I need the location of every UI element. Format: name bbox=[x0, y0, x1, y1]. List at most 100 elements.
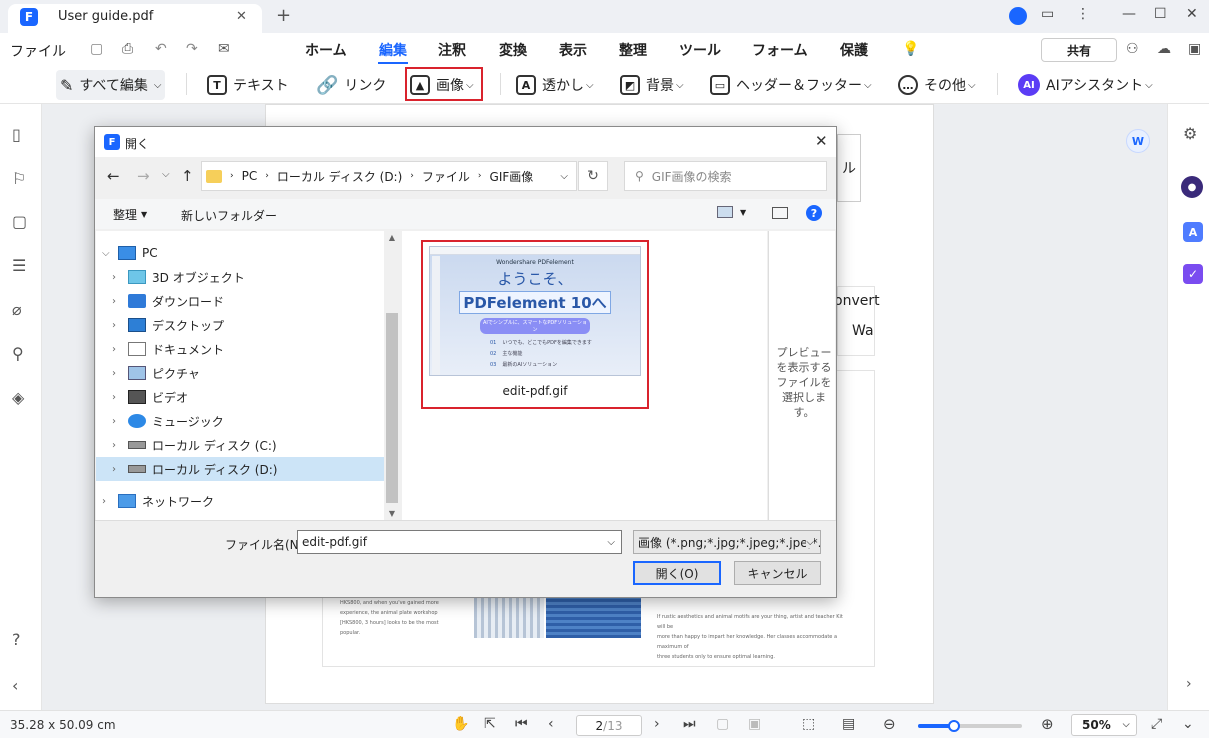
chevron-down-icon[interactable]: ⌵ bbox=[607, 537, 615, 548]
upload-cloud-icon[interactable]: ☁ bbox=[1157, 41, 1171, 57]
breadcrumb-gif-images[interactable]: GIF画像 bbox=[490, 168, 534, 185]
rotate-icon[interactable]: ▣ bbox=[748, 716, 761, 732]
up-arrow-icon[interactable]: ↑ bbox=[181, 167, 194, 185]
tree-item[interactable]: › ミュージック bbox=[96, 409, 400, 433]
chevron-right-icon[interactable]: › bbox=[112, 344, 124, 355]
translate-float-icon[interactable]: W bbox=[1126, 129, 1150, 153]
background-button[interactable]: ◩ 背景 ⌵ bbox=[620, 70, 684, 100]
back-arrow-icon[interactable]: ← bbox=[107, 167, 120, 185]
scroll-up-icon[interactable]: ▲ bbox=[384, 233, 400, 242]
preview-pane-icon[interactable] bbox=[772, 207, 788, 219]
tree-item[interactable]: › ドキュメント bbox=[96, 337, 400, 361]
lightbulb-icon[interactable]: 💡 bbox=[902, 41, 919, 57]
watermark-button[interactable]: A 透かし ⌵ bbox=[516, 70, 594, 100]
file-type-select[interactable]: 画像 (*.png;*.jpg;*.jpeg;*.jpe;*.j ⌵ bbox=[633, 530, 821, 554]
chevron-right-icon[interactable]: › bbox=[112, 440, 124, 451]
chevron-right-icon[interactable]: › bbox=[112, 296, 124, 307]
comment-icon[interactable]: ▢ bbox=[12, 212, 27, 231]
recent-locations-icon[interactable]: ⌵ bbox=[162, 169, 170, 180]
maximize-icon[interactable]: ☐ bbox=[1154, 6, 1167, 22]
new-folder-button[interactable]: 新しいフォルダー bbox=[181, 207, 277, 224]
open-button[interactable]: 開く(O) bbox=[633, 561, 721, 585]
settings-down-icon[interactable]: ⌄ bbox=[1182, 716, 1194, 732]
ai-translate-icon[interactable]: A bbox=[1183, 222, 1203, 242]
list-icon[interactable]: ☰ bbox=[12, 256, 26, 275]
redo-icon[interactable]: ↷ bbox=[186, 41, 198, 57]
chevron-right-icon[interactable]: › bbox=[102, 496, 114, 507]
tab-home[interactable]: ホーム bbox=[305, 40, 347, 60]
hand-tool-icon[interactable]: ✋ bbox=[452, 716, 469, 732]
first-page-icon[interactable]: ⏮ bbox=[515, 716, 528, 732]
chevron-down-icon[interactable]: ⌵ bbox=[102, 248, 114, 259]
breadcrumb-drive-d[interactable]: ローカル ディスク (D:) bbox=[277, 168, 402, 185]
view-dropdown-icon[interactable]: ▼ bbox=[740, 208, 746, 217]
next-page-icon[interactable]: › bbox=[654, 716, 660, 732]
properties-icon[interactable]: ⚙ bbox=[1183, 124, 1197, 143]
tree-item[interactable]: › デスクトップ bbox=[96, 313, 400, 337]
tree-item[interactable]: › ローカル ディスク (D:) bbox=[96, 457, 400, 481]
refresh-icon[interactable]: ↻ bbox=[578, 161, 608, 191]
bookmark-icon[interactable]: ⚐ bbox=[12, 169, 26, 188]
chevron-right-icon[interactable]: › bbox=[112, 320, 124, 331]
task-check-icon[interactable]: ✓ bbox=[1183, 264, 1203, 284]
header-footer-button[interactable]: ▭ ヘッダー＆フッター ⌵ bbox=[710, 70, 872, 100]
chevron-right-icon[interactable]: › bbox=[112, 272, 124, 283]
tab-tools[interactable]: ツール bbox=[679, 40, 721, 60]
other-button[interactable]: … その他 ⌵ bbox=[898, 70, 976, 100]
crop-view-icon[interactable]: ⬚ bbox=[802, 716, 815, 732]
feedback-icon[interactable]: ▭ bbox=[1041, 6, 1054, 22]
undo-icon[interactable]: ↶ bbox=[155, 41, 167, 57]
chevron-right-icon[interactable]: › bbox=[112, 368, 124, 379]
tree-item[interactable]: › ダウンロード bbox=[96, 289, 400, 313]
link-button[interactable]: 🔗 リンク bbox=[316, 70, 386, 100]
tab-organize[interactable]: 整理 bbox=[619, 40, 647, 60]
breadcrumb-files[interactable]: ファイル bbox=[422, 168, 470, 185]
address-bar[interactable]: › PC › ローカル ディスク (D:) › ファイル › GIF画像 ⌵ bbox=[201, 161, 577, 191]
edit-all-button[interactable]: ✎ すべて編集 ⌵ bbox=[56, 70, 166, 100]
fullscreen-icon[interactable]: ⤢ bbox=[1151, 716, 1162, 732]
chevron-right-icon[interactable]: › bbox=[112, 392, 124, 403]
last-page-icon[interactable]: ⏭ bbox=[683, 716, 696, 732]
tab-form[interactable]: フォーム bbox=[752, 40, 808, 60]
view-mode-icon[interactable] bbox=[717, 206, 733, 218]
print-icon[interactable]: ⎙ bbox=[122, 41, 133, 57]
help-icon[interactable]: ? bbox=[806, 205, 822, 221]
tab-edit[interactable]: 編集 bbox=[379, 40, 407, 60]
prev-page-icon[interactable]: ‹ bbox=[548, 716, 554, 732]
tab-protect[interactable]: 保護 bbox=[840, 40, 868, 60]
panel-toggle-icon[interactable]: ▣ bbox=[1188, 41, 1201, 57]
mail-icon[interactable]: ✉ bbox=[218, 41, 230, 57]
window-close-icon[interactable]: ✕ bbox=[1186, 6, 1198, 22]
zoom-in-icon[interactable]: ⊕ bbox=[1041, 715, 1054, 733]
layers-icon[interactable]: ◈ bbox=[12, 388, 24, 407]
save-icon[interactable]: ▢ bbox=[90, 41, 103, 57]
scroll-down-icon[interactable]: ▼ bbox=[384, 509, 400, 518]
more-icon[interactable]: ⋮ bbox=[1076, 6, 1090, 22]
chevron-right-icon[interactable]: › bbox=[112, 416, 124, 427]
tree-item[interactable]: › 3D オブジェクト bbox=[96, 265, 400, 289]
address-dropdown-icon[interactable]: ⌵ bbox=[560, 171, 568, 182]
tree-item[interactable]: › ローカル ディスク (C:) bbox=[96, 433, 400, 457]
page-thumbnail-icon[interactable]: ▯ bbox=[12, 125, 21, 144]
file-menu[interactable]: ファイル bbox=[10, 41, 66, 61]
file-item-edit-pdf-gif[interactable]: Wondershare PDFelement ようこそ、 PDFelement … bbox=[421, 240, 649, 409]
tab-close-icon[interactable]: ✕ bbox=[236, 9, 247, 24]
search-icon[interactable]: ⚲ bbox=[12, 344, 24, 363]
tree-item[interactable]: › ネットワーク bbox=[96, 489, 400, 513]
page-layout-icon[interactable]: ▤ bbox=[842, 716, 855, 732]
new-tab-button[interactable]: + bbox=[276, 5, 291, 26]
collab-icon[interactable]: ⚇ bbox=[1126, 41, 1139, 57]
image-button[interactable]: ▲ 画像 ⌵ bbox=[410, 70, 474, 100]
tree-item[interactable]: › ビデオ bbox=[96, 385, 400, 409]
collapse-right-icon[interactable]: › bbox=[1186, 676, 1192, 692]
tree-scrollbar-thumb[interactable] bbox=[386, 313, 398, 503]
forward-arrow-icon[interactable]: → bbox=[137, 167, 150, 185]
filename-input[interactable]: edit-pdf.gif ⌵ bbox=[297, 530, 622, 554]
tab-view[interactable]: 表示 bbox=[559, 40, 587, 60]
tree-item[interactable]: ⌵ PC bbox=[96, 241, 400, 265]
zoom-slider[interactable] bbox=[918, 720, 1022, 732]
ai-bot-icon[interactable]: ● bbox=[1181, 176, 1203, 198]
zoom-out-icon[interactable]: ⊖ bbox=[883, 715, 896, 733]
page-number-input[interactable]: 2 /13 bbox=[576, 715, 642, 736]
select-tool-icon[interactable]: ⇱ bbox=[484, 716, 496, 732]
